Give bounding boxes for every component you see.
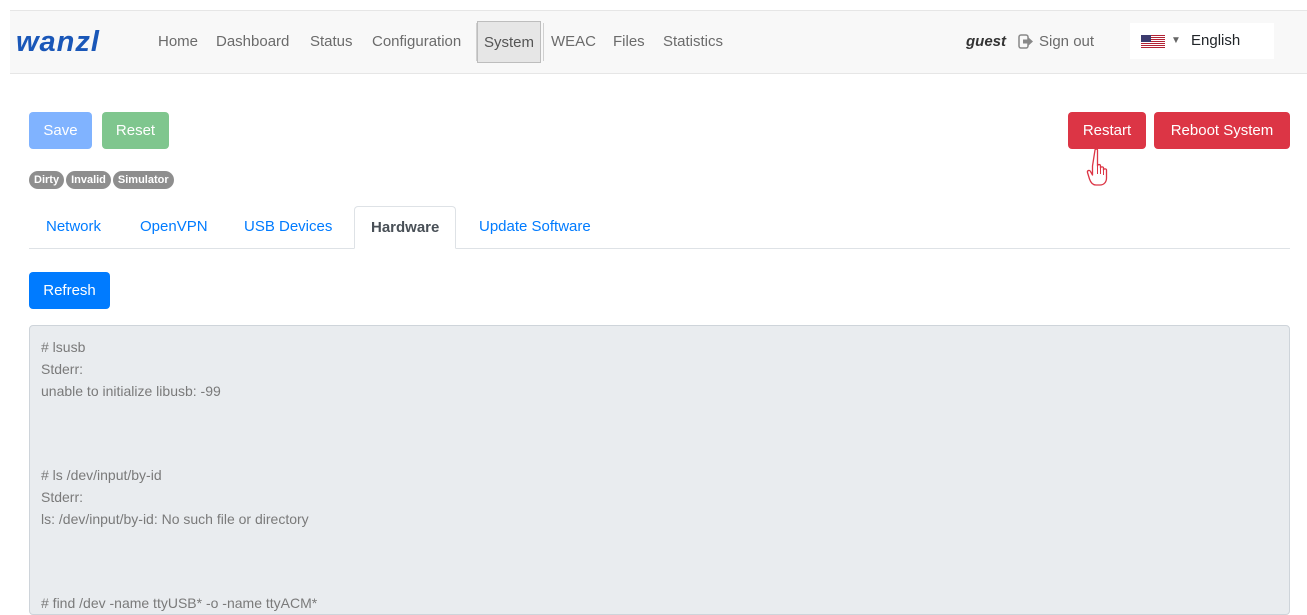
console-line: ls: /dev/input/by-id: No such file or di…: [41, 511, 309, 527]
badge-dirty: Dirty: [29, 171, 65, 189]
badge-simulator: Simulator: [112, 171, 174, 189]
us-flag-icon: [1141, 35, 1165, 48]
console-line: # ls /dev/input/by-id: [41, 467, 162, 483]
console-line: # lsusb: [41, 339, 86, 355]
sign-out-icon: [1018, 34, 1033, 49]
tab-hardware[interactable]: Hardware: [354, 206, 457, 249]
tab-usb-devices[interactable]: USB Devices: [244, 206, 332, 248]
nav-statistics[interactable]: Statistics: [663, 33, 723, 51]
nav-configuration[interactable]: Configuration: [372, 33, 461, 51]
console-line: unable to initialize libusb: -99: [41, 383, 221, 399]
nav-status[interactable]: Status: [310, 33, 353, 51]
console-line: # find /dev -name ttyUSB* -o -name ttyAC…: [41, 595, 318, 611]
hardware-output-console[interactable]: # lsusb Stderr: unable to initialize lib…: [29, 325, 1290, 615]
nav-system[interactable]: System: [477, 21, 542, 63]
top-navbar: wanzl Home Dashboard Status Configuratio…: [10, 10, 1307, 74]
restart-button[interactable]: Restart: [1068, 112, 1146, 149]
tab-network[interactable]: Network: [46, 206, 101, 248]
nav-weac[interactable]: WEAC: [551, 33, 596, 51]
nav-home[interactable]: Home: [158, 33, 198, 51]
save-button[interactable]: Save: [29, 112, 92, 149]
badge-invalid: Invalid: [66, 171, 111, 189]
nav-dashboard[interactable]: Dashboard: [216, 33, 289, 51]
current-user: guest: [966, 33, 1007, 50]
system-tabs: Network OpenVPN USB Devices Hardware Upd…: [29, 206, 1290, 249]
reset-button[interactable]: Reset: [102, 112, 169, 149]
sign-out-link[interactable]: Sign out: [1018, 33, 1094, 50]
reboot-system-button[interactable]: Reboot System: [1154, 112, 1290, 149]
tab-openvpn[interactable]: OpenVPN: [140, 206, 208, 248]
language-select[interactable]: ▼ English: [1130, 23, 1274, 59]
wanzl-logo[interactable]: wanzl: [16, 28, 100, 57]
console-line: Stderr:: [41, 361, 84, 377]
nav-divider: [543, 23, 544, 61]
refresh-button[interactable]: Refresh: [29, 272, 110, 309]
tab-update-software[interactable]: Update Software: [479, 206, 591, 248]
sign-out-label: Sign out: [1039, 33, 1095, 50]
language-label: English: [1191, 32, 1241, 49]
status-badges: Dirty Invalid Simulator: [29, 170, 176, 189]
pointer-hand-cursor-icon: [1086, 148, 1108, 186]
console-line: Stderr:: [41, 489, 84, 505]
chevron-down-icon: ▼: [1171, 35, 1181, 46]
nav-files[interactable]: Files: [613, 33, 645, 51]
